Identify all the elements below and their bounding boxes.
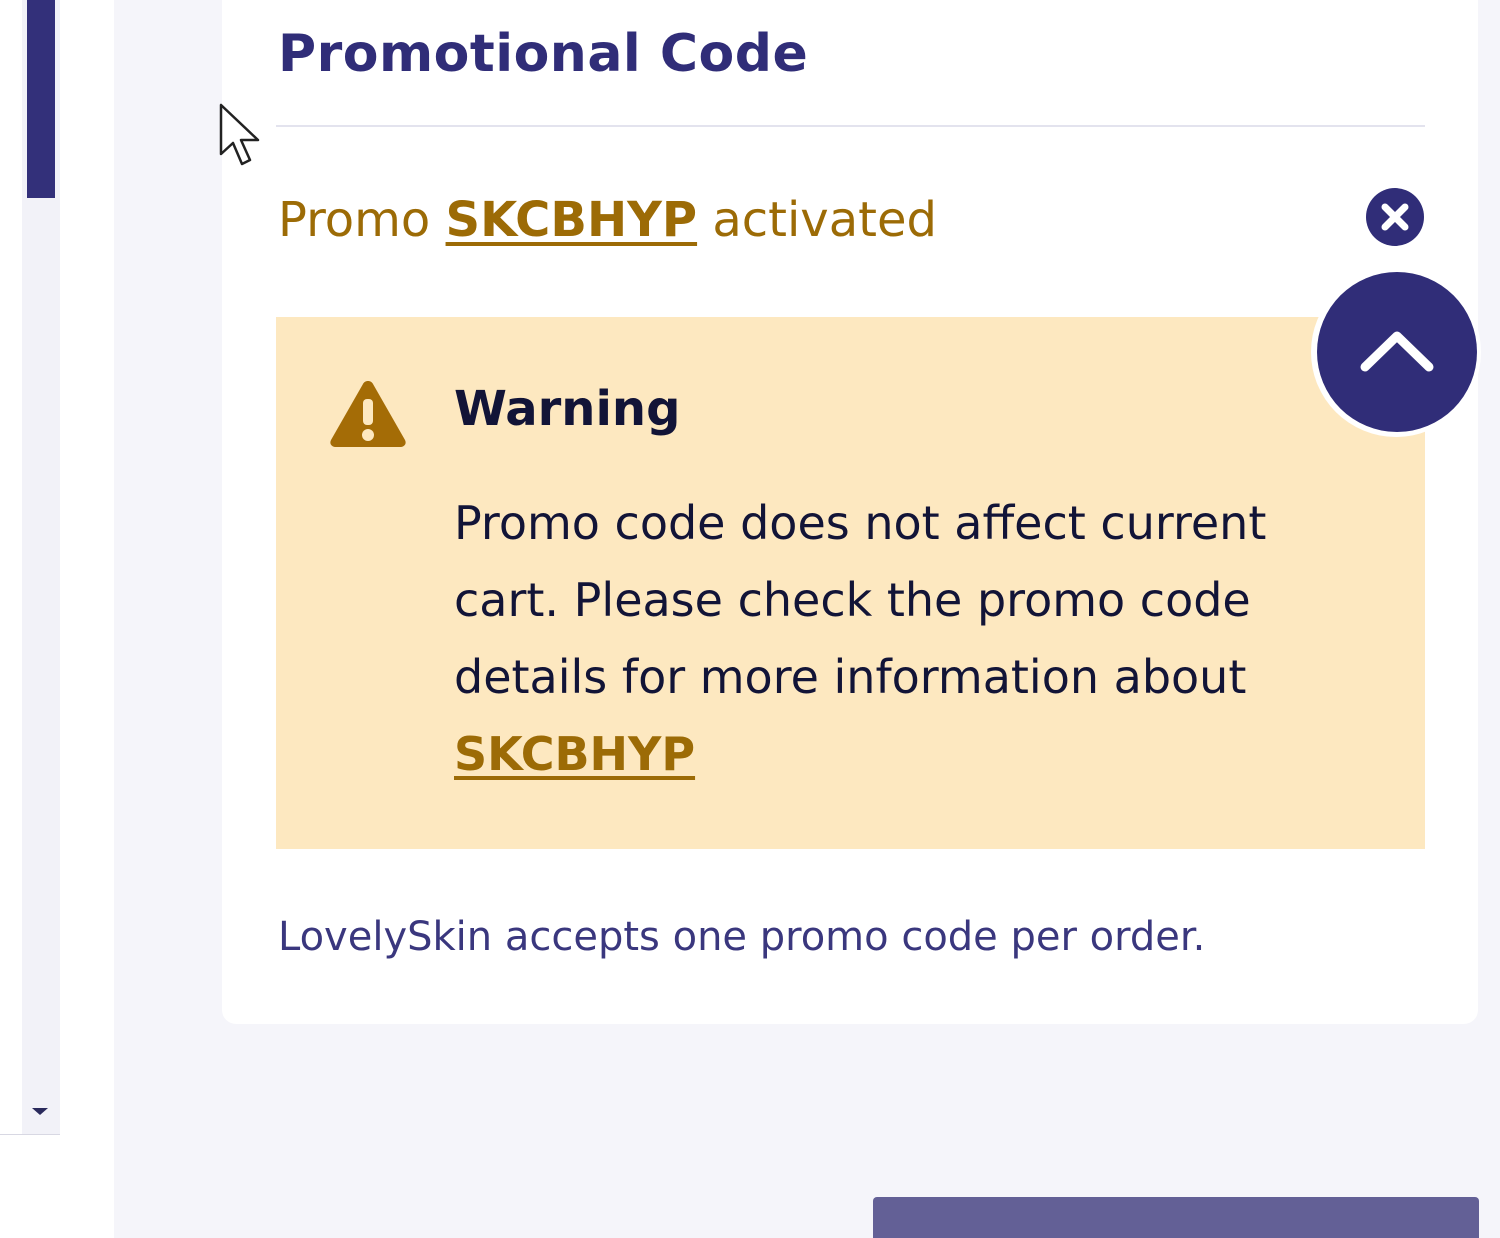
left-scroll-panel (0, 0, 60, 1135)
divider (276, 125, 1425, 127)
promo-code-link[interactable]: SKCBHYP (446, 192, 698, 248)
warning-promo-code-link[interactable]: SKCBHYP (454, 727, 695, 781)
gutter (60, 0, 114, 1238)
warning-title: Warning (454, 381, 681, 437)
scroll-to-top-circle (1317, 272, 1477, 432)
warning-message: Promo code does not affect current cart.… (454, 485, 1354, 793)
remove-promo-button[interactable] (1366, 188, 1424, 246)
scrollbar-thumb[interactable] (27, 0, 55, 198)
promo-policy-note: LovelySkin accepts one promo code per or… (278, 914, 1206, 960)
promo-status-line: Promo SKCBHYP activated (278, 192, 937, 248)
scroll-to-top-button[interactable] (1311, 267, 1481, 437)
scroll-down-arrow-icon[interactable] (32, 1108, 48, 1115)
promo-code-card: Promotional Code Promo SKCBHYP activated… (222, 0, 1478, 1024)
promo-status-suffix: activated (712, 192, 937, 248)
warning-message-text: Promo code does not affect current cart.… (454, 496, 1267, 704)
promo-card-title: Promotional Code (278, 24, 809, 84)
left-panel-edge (0, 0, 22, 1134)
chevron-up-icon (1360, 331, 1434, 372)
warning-triangle-icon (330, 381, 406, 447)
left-panel-footer (0, 1135, 60, 1238)
promo-status-prefix: Promo (278, 192, 431, 248)
warning-alert: Warning Promo code does not affect curre… (276, 317, 1425, 849)
close-circle-icon (1381, 203, 1409, 231)
page: Promotional Code Promo SKCBHYP activated… (0, 0, 1500, 1238)
checkout-button[interactable] (873, 1197, 1479, 1238)
